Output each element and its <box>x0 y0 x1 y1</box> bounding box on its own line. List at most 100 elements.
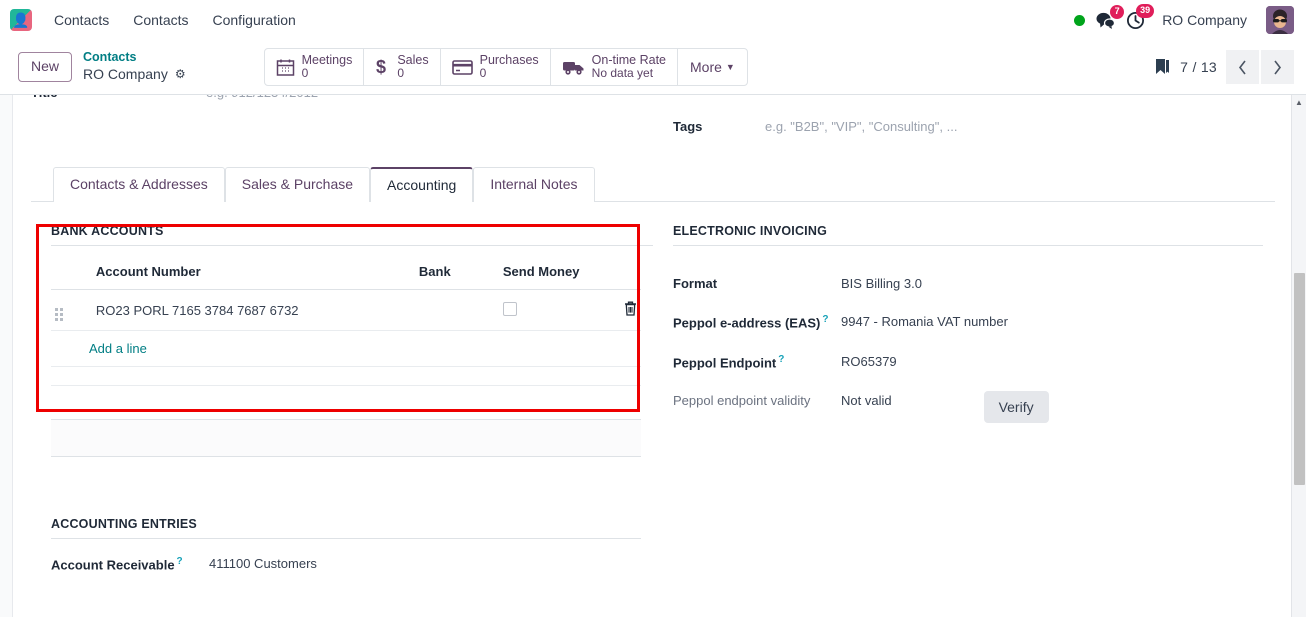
top-navbar: 👤 Contacts Contacts Configuration 7 39 R… <box>0 0 1306 40</box>
record-title: RO Company <box>83 66 168 83</box>
pager-counter[interactable]: 7 / 13 <box>1180 59 1217 75</box>
navbar-menu-contacts[interactable]: Contacts <box>121 6 200 34</box>
stat-label-meetings: Meetings <box>301 52 353 67</box>
format-label: Format <box>673 276 718 291</box>
accounting-entries-group: Accounting Entries Account Receivable? 4… <box>51 517 653 572</box>
accounting-right-column: Electronic Invoicing Format BIS Billing … <box>653 224 1263 572</box>
app-logo-icon[interactable]: 👤 <box>10 9 32 31</box>
format-value[interactable]: BIS Billing 3.0 <box>841 274 922 294</box>
bank-accounts-group-title: Bank Accounts <box>51 224 653 246</box>
peppol-eas-label-text: Peppol e-address (EAS) <box>673 315 821 331</box>
stat-button-more[interactable]: More ▼ <box>678 49 747 85</box>
help-icon[interactable]: ? <box>778 354 784 365</box>
form-scroll-area: Title e.g. 912/1234/2012 Tags e.g. "B2B"… <box>0 95 1306 617</box>
title-field-input[interactable]: e.g. 912/1234/2012 <box>206 95 318 100</box>
field-row-account-receivable: Account Receivable? 411100 Customers <box>51 556 653 572</box>
tab-internal-notes[interactable]: Internal Notes <box>473 167 595 202</box>
control-panel-right: 7 / 13 <box>1154 50 1294 84</box>
cell-account-number[interactable]: RO23 PORL 7165 3784 7687 6732 <box>91 289 415 331</box>
credit-card-icon <box>451 59 473 75</box>
help-icon[interactable]: ? <box>822 314 828 325</box>
tab-sales-purchase[interactable]: Sales & Purchase <box>224 167 371 202</box>
row-drag-handle-cell <box>51 289 92 331</box>
pager-next-button[interactable] <box>1261 50 1294 84</box>
clock-icon[interactable]: 39 <box>1126 3 1155 30</box>
scroll-up-arrow-icon[interactable]: ▲ <box>1292 95 1306 110</box>
vertical-scrollbar[interactable]: ▲ <box>1291 95 1306 617</box>
control-panel: New Contacts RO Company ⚙ Meetings 0 $ S… <box>0 40 1306 95</box>
stat-button-sales[interactable]: $ Sales 0 <box>364 49 441 85</box>
table-row[interactable]: RO23 PORL 7165 3784 7687 6732 <box>51 289 641 331</box>
account-receivable-label-text: Account Receivable <box>51 557 175 573</box>
stat-button-meetings[interactable]: Meetings 0 <box>265 49 365 85</box>
peppol-endpoint-label-text: Peppol Endpoint <box>673 354 777 370</box>
field-row-peppol-endpoint: Peppol Endpoint? RO65379 <box>673 352 1263 373</box>
more-label: More <box>690 59 722 75</box>
peppol-endpoint-label: Peppol Endpoint? <box>673 352 841 373</box>
account-receivable-label: Account Receivable? <box>51 556 209 572</box>
table-blank-row <box>51 366 641 386</box>
scrollbar-thumb[interactable] <box>1294 273 1305 485</box>
dollar-icon: $ <box>376 57 386 77</box>
pager-buttons <box>1226 50 1294 84</box>
account-receivable-value[interactable]: 411100 Customers <box>209 556 317 572</box>
form-sheet: Title e.g. 912/1234/2012 Tags e.g. "B2B"… <box>12 95 1294 617</box>
breadcrumb-parent-contacts[interactable]: Contacts <box>83 50 186 66</box>
column-handle <box>51 255 92 290</box>
navbar-menu-configuration[interactable]: Configuration <box>201 6 308 34</box>
verify-button[interactable]: Verify <box>983 391 1049 424</box>
activities-count-badge: 39 <box>1136 3 1155 18</box>
help-icon[interactable]: ? <box>177 556 183 567</box>
add-a-line-button[interactable]: Add a line <box>51 331 641 366</box>
trash-icon[interactable] <box>624 301 637 316</box>
truck-icon <box>562 61 584 75</box>
cell-delete <box>597 289 641 331</box>
messages-count-badge: 7 <box>1110 4 1125 19</box>
tab-panel-accounting: Bank Accounts Account Number Bank Send M… <box>31 202 1275 572</box>
stat-button-group: Meetings 0 $ Sales 0 Purchases 0 On-time… <box>263 48 748 86</box>
presence-online-icon[interactable] <box>1074 14 1086 26</box>
messages-icon[interactable]: 7 <box>1096 4 1125 29</box>
peppol-validity-value: Not valid <box>841 393 892 409</box>
accounting-entries-group-title: Accounting Entries <box>51 517 641 539</box>
field-row-peppol-validity: Peppol endpoint validity Not valid Verif… <box>673 391 1263 424</box>
peppol-validity-label: Peppol endpoint validity <box>673 393 811 409</box>
column-account-number[interactable]: Account Number <box>91 255 415 290</box>
navbar-brand[interactable]: Contacts <box>42 6 121 34</box>
peppol-eas-value[interactable]: 9947 - Romania VAT number <box>841 312 1008 332</box>
cell-send-money <box>498 289 598 331</box>
svg-text:$: $ <box>376 57 386 77</box>
tab-accounting[interactable]: Accounting <box>370 167 474 202</box>
table-header-row: Account Number Bank Send Money <box>51 255 641 290</box>
stat-value-meetings: 0 <box>301 66 309 81</box>
user-menu-name[interactable]: RO Company <box>1162 12 1247 28</box>
gear-icon[interactable]: ⚙ <box>175 67 186 82</box>
clipped-field-row: Title e.g. 912/1234/2012 <box>31 95 1275 109</box>
stat-button-on-time-rate[interactable]: On-time Rate No data yet <box>551 49 679 85</box>
tags-input[interactable]: e.g. "B2B", "VIP", "Consulting", ... <box>765 119 957 134</box>
stat-value-on-time-rate: No data yet <box>591 66 654 81</box>
add-line-row[interactable]: Add a line <box>51 330 641 367</box>
cell-bank[interactable] <box>414 289 499 331</box>
new-button[interactable]: New <box>18 52 73 82</box>
breadcrumb: Contacts RO Company ⚙ <box>83 50 186 83</box>
column-bank[interactable]: Bank <box>414 255 499 290</box>
avatar[interactable] <box>1266 6 1294 34</box>
column-send-money[interactable]: Send Money <box>498 255 598 290</box>
notebook-tabs: Contacts & Addresses Sales & Purchase Ac… <box>31 167 1275 202</box>
app-logo-glyph: 👤 <box>12 12 30 28</box>
chevron-left-icon <box>1238 60 1246 74</box>
electronic-invoicing-group-title: Electronic Invoicing <box>673 224 1263 246</box>
bank-accounts-list: Account Number Bank Send Money RO23 PORL… <box>51 255 641 386</box>
accounting-left-column: Bank Accounts Account Number Bank Send M… <box>31 224 653 572</box>
column-actions <box>597 255 641 290</box>
pager-previous-button[interactable] <box>1226 50 1259 84</box>
stat-button-purchases[interactable]: Purchases 0 <box>441 49 551 85</box>
send-money-checkbox[interactable] <box>502 301 517 316</box>
add-line-cell: Add a line <box>51 330 641 367</box>
drag-handle-icon[interactable] <box>55 308 63 321</box>
tab-contacts-addresses[interactable]: Contacts & Addresses <box>53 167 225 202</box>
stat-value-sales: 0 <box>397 66 405 81</box>
bookmark-icon[interactable] <box>1154 58 1171 77</box>
peppol-endpoint-value[interactable]: RO65379 <box>841 352 897 372</box>
